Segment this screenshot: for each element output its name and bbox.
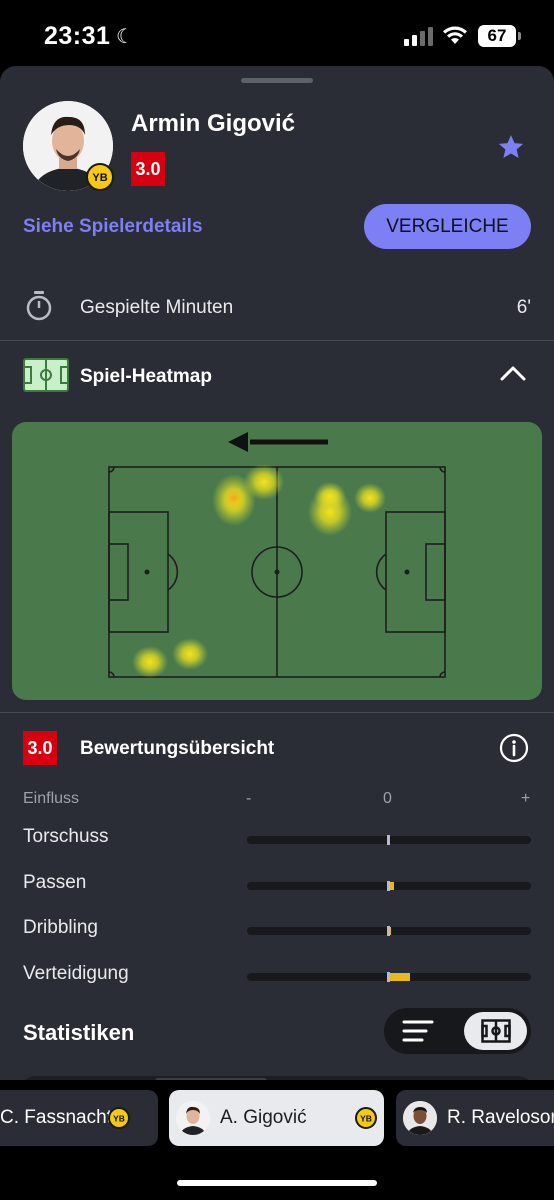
attribute-row-torschuss: Torschuss — [0, 822, 554, 852]
info-icon[interactable] — [499, 733, 529, 763]
stopwatch-icon — [26, 291, 52, 321]
impact-zero: 0 — [383, 790, 392, 807]
battery-indicator: 67 — [478, 25, 521, 47]
attribute-label: Dribbling — [23, 917, 98, 938]
pitch-icon — [23, 358, 69, 392]
player-chip-active[interactable]: A. Gigović YB — [169, 1090, 384, 1146]
pitch-view-icon — [481, 1019, 511, 1043]
attribute-label: Verteidigung — [23, 963, 129, 984]
player-name: Armin Gigović — [131, 110, 296, 137]
divider — [0, 712, 554, 713]
player-chip-avatar — [176, 1101, 210, 1135]
attribute-bar — [247, 926, 531, 936]
club-logo-icon: YB — [86, 163, 114, 191]
attribute-bar — [247, 972, 531, 982]
minutes-played-value: 6' — [516, 297, 531, 318]
minutes-played-row: Gespielte Minuten 6' — [0, 282, 554, 340]
statistics-title: Statistiken — [23, 1020, 135, 1045]
player-switcher: C. Fassnacht YB A. Gigović YB R. Ravelos… — [0, 1080, 554, 1200]
player-chip-name: A. Gigović — [220, 1107, 307, 1128]
player-details-link[interactable]: Siehe Spielerdetails — [23, 216, 203, 238]
rating-overview-header: 3.0 Bewertungsübersicht — [0, 728, 554, 768]
status-bar: 23:31 ☾ 67 — [0, 0, 554, 68]
wifi-icon — [443, 26, 467, 44]
heatmap — [12, 422, 542, 700]
attribute-zero-marker — [387, 835, 390, 845]
svg-text:YB: YB — [92, 172, 107, 184]
player-rating-badge: 3.0 — [131, 152, 165, 186]
svg-text:YB: YB — [113, 1114, 125, 1124]
status-time: 23:31 — [44, 22, 111, 50]
player-sheet: YB Armin Gigović 3.0 Siehe Spielerdetail… — [0, 66, 554, 1200]
impact-label: Einfluss — [23, 790, 80, 807]
svg-text:YB: YB — [360, 1114, 372, 1124]
attribute-label: Passen — [23, 872, 87, 893]
attribute-bar — [247, 881, 531, 891]
club-logo-icon: YB — [355, 1107, 377, 1129]
divider — [0, 340, 554, 341]
club-logo-icon: YB — [108, 1107, 130, 1129]
stats-view-toggle — [384, 1008, 531, 1054]
attribute-row-verteidigung: Verteidigung — [0, 959, 554, 989]
rating-overview-badge: 3.0 — [23, 731, 57, 765]
pitch-view-button[interactable] — [464, 1012, 527, 1050]
heatmap-header[interactable]: Spiel-Heatmap — [0, 354, 554, 398]
compare-button[interactable]: VERGLEICHE — [364, 204, 531, 249]
attribute-label: Torschuss — [23, 826, 109, 847]
player-chip-avatar — [403, 1101, 437, 1135]
player-chip-name: C. Fassnacht — [0, 1107, 112, 1128]
attribute-row-dribbling: Dribbling — [0, 913, 554, 943]
sheet-grabber[interactable] — [241, 78, 313, 83]
impact-minus: - — [246, 790, 252, 807]
heatmap-pitch — [108, 432, 446, 678]
attribute-row-passen: Passen — [0, 868, 554, 898]
home-indicator[interactable] — [177, 1180, 377, 1186]
attribute-fill — [390, 882, 394, 890]
player-chip[interactable]: R. Ravelosor — [396, 1090, 554, 1146]
impact-plus: + — [521, 790, 531, 807]
signal-icon — [404, 27, 433, 46]
attribute-fill — [390, 927, 391, 935]
chevron-up-icon[interactable] — [500, 364, 526, 382]
heatmap-title: Spiel-Heatmap — [80, 366, 212, 387]
player-chip-name: R. Ravelosor — [447, 1107, 554, 1128]
minutes-played-label: Gespielte Minuten — [80, 297, 234, 318]
list-view-icon[interactable] — [402, 1018, 434, 1044]
impact-scale: Einfluss - 0 + — [0, 788, 554, 812]
moon-icon: ☾ — [116, 26, 134, 48]
star-icon[interactable] — [496, 132, 526, 162]
attribute-fill — [390, 973, 410, 981]
attribute-bar — [247, 835, 531, 845]
player-chip[interactable]: C. Fassnacht YB — [0, 1090, 158, 1146]
rating-overview-title: Bewertungsübersicht — [80, 738, 275, 759]
